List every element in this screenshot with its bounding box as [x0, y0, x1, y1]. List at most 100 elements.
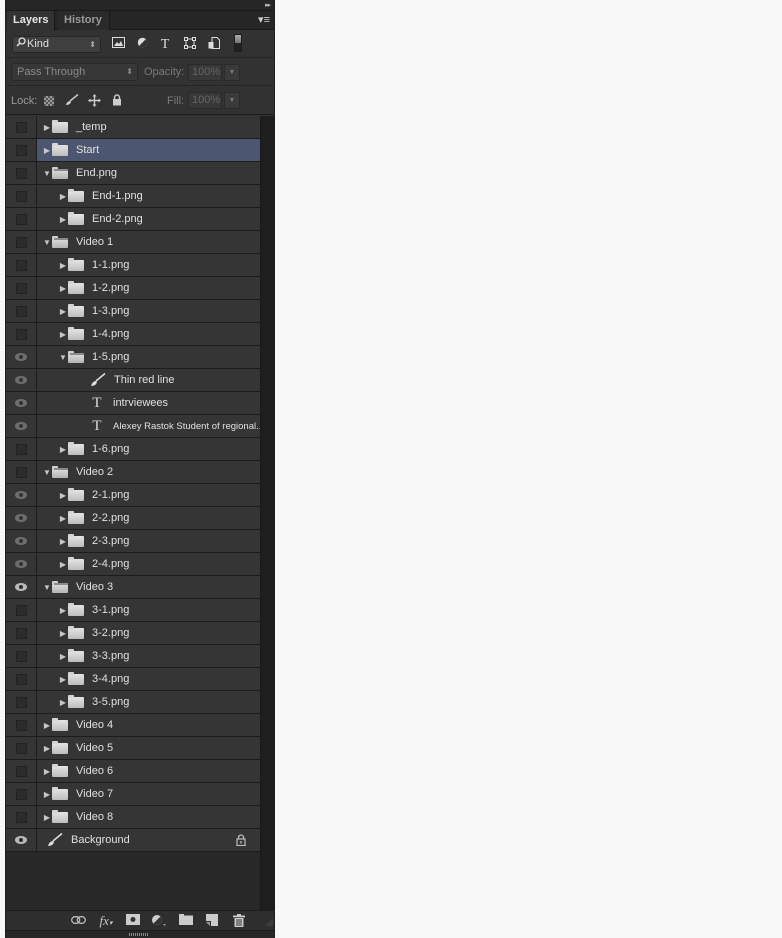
- collapsed-arrow-icon[interactable]: ▶: [42, 744, 52, 753]
- collapsed-arrow-icon[interactable]: ▶: [42, 767, 52, 776]
- collapsed-arrow-icon[interactable]: ▶: [58, 307, 68, 316]
- layer-name[interactable]: Video 8: [76, 811, 113, 823]
- collapsed-arrow-icon[interactable]: ▶: [58, 560, 68, 569]
- visibility-toggle[interactable]: [6, 392, 37, 414]
- visibility-toggle[interactable]: [6, 760, 37, 782]
- collapsed-arrow-icon[interactable]: ▶: [58, 330, 68, 339]
- visibility-toggle[interactable]: [6, 714, 37, 736]
- filter-toggle-switch[interactable]: [234, 34, 242, 52]
- tab-layers[interactable]: Layers: [7, 11, 56, 31]
- adjustment-layer-icon[interactable]: [151, 914, 167, 928]
- collapsed-arrow-icon[interactable]: ▶: [42, 146, 52, 155]
- layer-row[interactable]: ▶ Video 6: [6, 760, 260, 783]
- visibility-toggle[interactable]: [6, 691, 37, 713]
- new-layer-icon[interactable]: [204, 914, 220, 928]
- visibility-toggle[interactable]: [6, 415, 37, 437]
- panel-menu-icon[interactable]: ▾≡: [258, 13, 270, 27]
- layer-row[interactable]: ▶ _temp: [6, 116, 260, 139]
- collapse-panel-icon[interactable]: ▸▸: [265, 0, 271, 11]
- expanded-arrow-icon[interactable]: ▼: [42, 468, 52, 477]
- collapsed-arrow-icon[interactable]: ▶: [58, 698, 68, 707]
- collapsed-arrow-icon[interactable]: ▶: [58, 629, 68, 638]
- layer-row[interactable]: ▶ 3-5.png: [6, 691, 260, 714]
- layer-row[interactable]: ▶ Video 7: [6, 783, 260, 806]
- layer-name[interactable]: 1-6.png: [92, 443, 129, 455]
- adjustment-layer-filter-icon[interactable]: [134, 37, 150, 52]
- delete-layer-trash-icon[interactable]: [231, 914, 247, 928]
- fill-dropdown-button[interactable]: ▼: [224, 92, 240, 109]
- layer-name[interactable]: Alexey Rastok Student of regional...: [113, 421, 260, 432]
- visibility-toggle[interactable]: [6, 438, 37, 460]
- opacity-dropdown-button[interactable]: ▼: [224, 64, 240, 81]
- layer-name[interactable]: 3-1.png: [92, 604, 129, 616]
- expanded-arrow-icon[interactable]: ▼: [42, 583, 52, 592]
- layer-name[interactable]: 1-4.png: [92, 328, 129, 340]
- layer-row[interactable]: ▶ Video 4: [6, 714, 260, 737]
- layer-row[interactable]: ▶ Video 5: [6, 737, 260, 760]
- layer-name[interactable]: _temp: [76, 121, 107, 133]
- visibility-toggle[interactable]: [6, 507, 37, 529]
- layer-name[interactable]: 3-3.png: [92, 650, 129, 662]
- layer-row[interactable]: ▶ 3-1.png: [6, 599, 260, 622]
- collapsed-arrow-icon[interactable]: ▶: [58, 284, 68, 293]
- layer-name[interactable]: intrviewees: [113, 397, 168, 409]
- layer-name[interactable]: Video 4: [76, 719, 113, 731]
- layer-name[interactable]: 1-1.png: [92, 259, 129, 271]
- layer-row[interactable]: ▶ 2-4.png: [6, 553, 260, 576]
- layer-name[interactable]: Start: [76, 144, 99, 156]
- layer-name[interactable]: 2-4.png: [92, 558, 129, 570]
- layer-style-fx-icon[interactable]: fx▾: [96, 914, 116, 928]
- layer-row[interactable]: ▼ Video 2: [6, 461, 260, 484]
- layer-row[interactable]: ▶ Video 8: [6, 806, 260, 829]
- panel-resize-grip[interactable]: [265, 918, 273, 926]
- layer-name[interactable]: Background: [71, 834, 130, 846]
- collapsed-arrow-icon[interactable]: ▶: [42, 721, 52, 730]
- layer-row[interactable]: ▼ Video 1: [6, 231, 260, 254]
- collapsed-arrow-icon[interactable]: ▶: [58, 491, 68, 500]
- fill-input[interactable]: 100%: [188, 92, 222, 109]
- smart-object-filter-icon[interactable]: [206, 37, 222, 52]
- collapsed-arrow-icon[interactable]: ▶: [58, 215, 68, 224]
- layer-row[interactable]: ▶ 2-3.png: [6, 530, 260, 553]
- layer-name[interactable]: Video 1: [76, 236, 113, 248]
- layer-name[interactable]: 2-1.png: [92, 489, 129, 501]
- filter-kind-select[interactable]: Kind ⬍: [12, 36, 101, 53]
- shape-layer-filter-icon[interactable]: [182, 37, 198, 52]
- tab-history[interactable]: History: [58, 11, 110, 30]
- visibility-toggle[interactable]: [6, 645, 37, 667]
- lock-position-move-icon[interactable]: [87, 94, 101, 108]
- layer-name[interactable]: Video 7: [76, 788, 113, 800]
- visibility-toggle[interactable]: [6, 185, 37, 207]
- layer-row[interactable]: ▼ End.png: [6, 162, 260, 185]
- lock-image-pixels-brush-icon[interactable]: [65, 93, 79, 108]
- layer-row[interactable]: ▶ 1-6.png: [6, 438, 260, 461]
- expanded-arrow-icon[interactable]: ▼: [42, 169, 52, 178]
- visibility-toggle[interactable]: [6, 668, 37, 690]
- layer-row[interactable]: ▶ End-2.png: [6, 208, 260, 231]
- visibility-toggle[interactable]: [6, 783, 37, 805]
- visibility-toggle[interactable]: [6, 622, 37, 644]
- layer-name[interactable]: Video 2: [76, 466, 113, 478]
- collapsed-arrow-icon[interactable]: ▶: [58, 675, 68, 684]
- panel-bottom-grip[interactable]: [6, 930, 274, 938]
- layer-name[interactable]: End.png: [76, 167, 117, 179]
- visibility-toggle[interactable]: [6, 484, 37, 506]
- visibility-toggle[interactable]: [6, 116, 37, 138]
- layer-row[interactable]: ▶ 1-2.png: [6, 277, 260, 300]
- collapsed-arrow-icon[interactable]: ▶: [58, 261, 68, 270]
- layer-name[interactable]: 1-3.png: [92, 305, 129, 317]
- collapsed-arrow-icon[interactable]: ▶: [58, 606, 68, 615]
- expanded-arrow-icon[interactable]: ▼: [58, 353, 68, 362]
- layer-row[interactable]: ▶ 1-1.png: [6, 254, 260, 277]
- blend-mode-select[interactable]: Pass Through ⬍: [11, 63, 138, 81]
- collapsed-arrow-icon[interactable]: ▶: [58, 192, 68, 201]
- expanded-arrow-icon[interactable]: ▼: [42, 238, 52, 247]
- layer-name[interactable]: Video 5: [76, 742, 113, 754]
- collapsed-arrow-icon[interactable]: ▶: [42, 123, 52, 132]
- layer-name[interactable]: 3-2.png: [92, 627, 129, 639]
- layer-name[interactable]: Video 6: [76, 765, 113, 777]
- layer-name[interactable]: 1-2.png: [92, 282, 129, 294]
- layer-name[interactable]: End-2.png: [92, 213, 143, 225]
- visibility-toggle[interactable]: [6, 530, 37, 552]
- visibility-toggle[interactable]: [6, 139, 37, 161]
